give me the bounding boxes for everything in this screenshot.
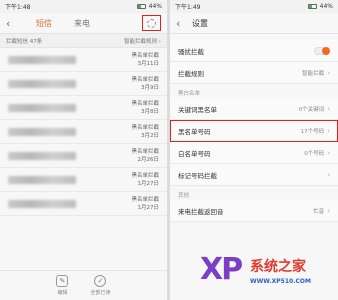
chevron-right-icon: › <box>327 68 330 77</box>
blurred-sender <box>8 55 76 64</box>
chevron-right-icon: › <box>327 148 330 157</box>
intercepted-count: 拦截短信 47条 <box>6 38 43 45</box>
blurred-sender <box>8 103 76 112</box>
chevron-right-icon: › <box>327 104 330 113</box>
item-date: 3月2日 <box>141 132 159 139</box>
list-item[interactable]: 黑名单拦截 3月9日 <box>0 72 167 96</box>
blurred-sender <box>8 175 76 184</box>
tab-group: 短信 来电 <box>36 18 90 29</box>
item-tag: 黑名单拦截 <box>131 196 159 203</box>
left-phone-screen: 下午1:48 44% ‹ 短信 来电 拦截短信 47条 智能拦截规则 › 黑名单… <box>0 0 167 300</box>
list-item[interactable]: 黑名单拦截 3月11日 <box>0 48 167 72</box>
gear-icon <box>147 18 156 28</box>
status-time: 下午1:49 <box>175 4 201 11</box>
section-header-other: 其他 <box>178 193 190 199</box>
chevron-right-icon: › <box>327 170 330 179</box>
marked-number-intercept-row[interactable]: 标记号码拦截 › <box>170 164 338 186</box>
smart-rules-link[interactable]: 智能拦截规则 › <box>124 37 161 45</box>
back-icon[interactable]: ‹ <box>176 17 188 30</box>
tab-sms[interactable]: 短信 <box>36 18 52 29</box>
status-time: 下午1:48 <box>5 4 31 11</box>
keyword-blacklist-row[interactable]: 关键词黑名单 0个关键词 › <box>170 98 338 120</box>
top-bar: ‹ 短信 来电 <box>0 13 167 34</box>
top-bar: ‹ 设置 <box>170 13 338 34</box>
item-date: 1月27日 <box>137 204 160 211</box>
edit-button[interactable]: ✎ 编辑 <box>56 275 69 296</box>
battery-level: 44% <box>319 3 333 10</box>
watermark-logo: XP <box>200 252 243 287</box>
list-item[interactable]: 黑名单拦截 3月8日 <box>0 96 167 120</box>
item-tag: 黑名单拦截 <box>131 76 159 83</box>
list-item[interactable]: 黑名单拦截 2月26日 <box>0 144 167 168</box>
item-date: 2月26日 <box>137 156 160 163</box>
blurred-sender <box>8 127 76 136</box>
edit-icon: ✎ <box>56 275 69 287</box>
page-title: 设置 <box>192 18 208 28</box>
back-icon[interactable]: ‹ <box>6 17 18 30</box>
watermark-url: WWW.XP510.COM <box>250 278 311 285</box>
item-date: 3月11日 <box>137 60 160 67</box>
item-date: 3月9日 <box>141 84 159 91</box>
intercept-rules-row[interactable]: 拦截规则 智能拦截 › <box>170 62 338 84</box>
site-watermark: XP 系统之家 WWW.XP510.COM <box>200 252 332 294</box>
item-tag: 黑名单拦截 <box>131 148 159 155</box>
watermark-site-name: 系统之家 <box>250 259 306 275</box>
blurred-sender <box>8 151 76 160</box>
status-bar: 下午1:49 44% <box>170 0 338 13</box>
chevron-right-icon: › <box>327 206 330 215</box>
intercept-summary-bar: 拦截短信 47条 智能拦截规则 › <box>0 34 167 48</box>
blurred-sender <box>8 79 76 88</box>
message-list: 黑名单拦截 3月11日 黑名单拦截 3月9日 黑名单拦截 3月8日 黑名单拦截 3月2日… <box>0 48 167 216</box>
item-date: 1月27日 <box>137 180 160 187</box>
list-item[interactable]: 黑名单拦截 3月2日 <box>0 120 167 144</box>
item-tag: 黑名单拦截 <box>131 52 159 59</box>
check-icon: ✓ <box>94 275 107 287</box>
tab-calls[interactable]: 来电 <box>74 18 90 29</box>
item-tag: 黑名单拦截 <box>131 124 159 131</box>
blacklist-numbers-row[interactable]: 黑名单号码 17个号码 › <box>170 120 338 142</box>
section-header-lists: 黑白名单 <box>178 91 201 97</box>
harassment-intercept-row[interactable]: 骚扰拦截 <box>170 40 338 62</box>
chevron-right-icon: › <box>327 126 330 135</box>
mark-all-read-button[interactable]: ✓ 全部已读 <box>90 275 111 296</box>
settings-button[interactable] <box>142 15 161 31</box>
item-date: 3月8日 <box>141 108 159 115</box>
list-item[interactable]: 黑名单拦截 1月27日 <box>0 168 167 192</box>
whitelist-numbers-row[interactable]: 白名单号码 0个号码 › <box>170 142 338 164</box>
battery-icon <box>307 4 317 9</box>
status-bar: 下午1:48 44% <box>0 0 167 13</box>
item-tag: 黑名单拦截 <box>131 172 159 179</box>
item-tag: 黑名单拦截 <box>131 100 159 107</box>
battery-icon <box>136 4 146 9</box>
call-intercept-tone-row[interactable]: 来电拦截返回音 忙音 › <box>170 200 338 222</box>
intercept-toggle[interactable] <box>314 46 330 55</box>
bottom-action-bar: ✎ 编辑 ✓ 全部已读 <box>0 270 167 300</box>
blurred-sender <box>8 199 76 208</box>
list-item[interactable]: 黑名单拦截 1月27日 <box>0 192 167 216</box>
battery-level: 44% <box>148 3 162 10</box>
